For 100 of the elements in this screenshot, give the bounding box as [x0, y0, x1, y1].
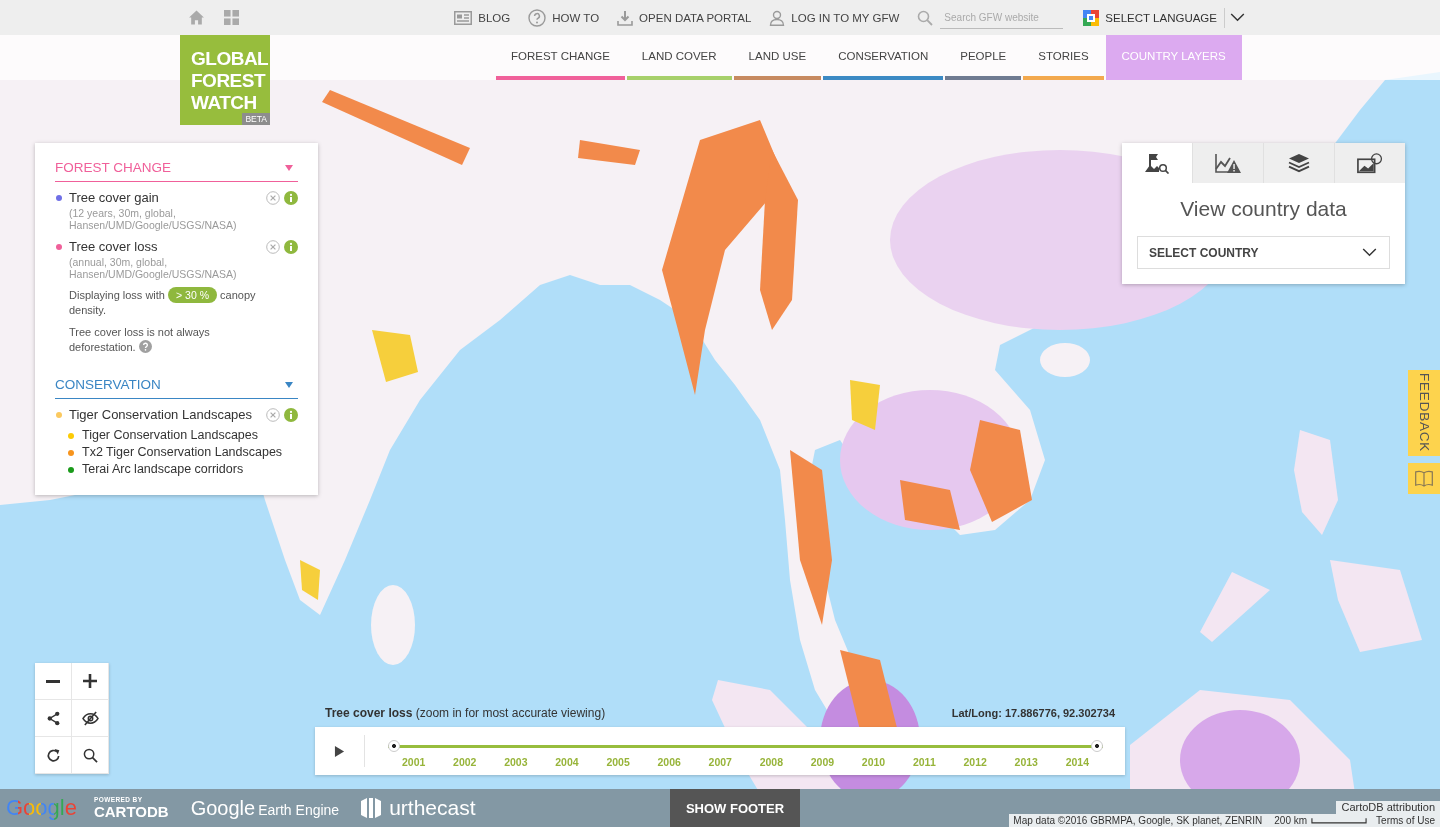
book-icon	[1414, 470, 1434, 487]
panel-tab[interactable]	[1263, 143, 1334, 183]
layer-name: Tree cover gain	[69, 189, 160, 207]
logo-tile[interactable]: GLOBAL FOREST WATCH BETA	[180, 35, 270, 125]
year-label[interactable]: 2008	[759, 756, 783, 768]
nav-tab[interactable]: CONSERVATION	[823, 35, 944, 80]
year-label[interactable]: 2013	[1014, 756, 1038, 768]
share-icon	[45, 710, 61, 726]
search-field[interactable]: Search GFW website	[940, 6, 1064, 29]
caret-icon[interactable]	[285, 164, 293, 171]
plus-icon	[83, 674, 97, 688]
nav-tab[interactable]: LAND COVER	[626, 35, 732, 80]
help-icon[interactable]	[138, 340, 152, 353]
sublayer-name: Tx2 Tiger Conservation Landscapes	[82, 444, 283, 461]
chart-warning-icon	[1214, 152, 1242, 174]
nav-tab[interactable]: PEOPLE	[945, 35, 1022, 80]
terms-link[interactable]: Terms of Use	[1371, 814, 1440, 827]
scale-label: 200 km	[1274, 814, 1308, 827]
year-label[interactable]: 2011	[912, 756, 936, 768]
partner-logo[interactable]: urthecast	[389, 796, 476, 820]
help-icon	[528, 8, 547, 27]
year-label[interactable]: 2004	[555, 756, 579, 768]
layer-details: (12 years, 30m, global, Hansen/UMD/Google/USGS/NASA)	[69, 208, 238, 231]
language-logo-icon	[1083, 9, 1100, 26]
zoom-out-button[interactable]	[35, 663, 72, 700]
island	[1200, 572, 1270, 642]
map-data-text: Map data ©2016 GBRMPA, Google, SK planet, ZENRIN	[1012, 814, 1264, 827]
slider-handle[interactable]	[1091, 740, 1103, 752]
layers-icon	[1287, 153, 1311, 173]
layer-details: (annual, 30m, global, Hansen/UMD/Google/USGS/NASA)	[69, 257, 238, 280]
slider-handle[interactable]	[388, 740, 400, 752]
caret-icon[interactable]	[285, 381, 293, 388]
year-label[interactable]: 2009	[810, 756, 835, 768]
sublayer-name: Tiger Conservation Landscapes	[82, 427, 259, 444]
tiger-landscape-patch	[300, 560, 320, 600]
nav-tab[interactable]: COUNTRY LAYERS	[1105, 35, 1242, 80]
nav-tab[interactable]: LAND USE	[733, 35, 822, 80]
top-link[interactable]: HOW TO	[528, 8, 600, 27]
coordinates-text: Lat/Long: 17.886776, 92.302734	[951, 707, 1115, 719]
panel-tab[interactable]	[1122, 143, 1192, 183]
minus-icon	[46, 679, 60, 683]
panel-tab[interactable]	[1334, 143, 1405, 183]
year-label[interactable]: 2014	[1065, 756, 1089, 768]
nav-tab[interactable]: FOREST CHANGE	[496, 35, 625, 80]
eye-slash-icon	[81, 710, 99, 726]
play-icon	[334, 744, 345, 758]
layer-name: Tree cover loss	[69, 238, 159, 256]
threshold-note: Displaying loss with > 30 % canopy density.	[69, 287, 257, 318]
tiger-landscape-patch	[372, 330, 418, 382]
section-title[interactable]: CONSERVATION	[55, 376, 161, 393]
section-title[interactable]: FOREST CHANGE	[55, 159, 171, 176]
timeline-caption: Tree cover loss (zoom in for most accurate viewing)	[325, 706, 606, 720]
show-footer-button[interactable]: SHOW FOOTER	[670, 789, 800, 827]
picture-icon	[1357, 152, 1383, 174]
sublayer-name: Terai Arc landscape corridors	[82, 461, 244, 478]
year-label[interactable]: 2005	[606, 756, 630, 768]
search-button[interactable]	[72, 737, 109, 774]
layer-name: Tiger Conservation Landscapes	[69, 406, 254, 424]
share-button[interactable]	[35, 700, 72, 737]
chevron-down-icon	[1362, 248, 1377, 257]
year-label[interactable]: 2003	[504, 756, 528, 768]
scale-bar	[1311, 817, 1368, 824]
partner-logo[interactable]: CARTODB	[93, 803, 169, 819]
chevron-down-icon[interactable]	[1230, 13, 1245, 22]
attribution-link[interactable]: CartoDB attribution	[1336, 801, 1440, 814]
caveat-note: Tree cover loss is not always deforestation.	[69, 325, 211, 355]
logo-text: GLOBAL FOREST WATCH	[191, 48, 269, 114]
hide-panels-button[interactable]	[72, 700, 109, 737]
island	[1040, 343, 1090, 377]
threshold-button[interactable]: > 30 %	[168, 287, 218, 303]
zoom-in-button[interactable]	[72, 663, 109, 700]
year-label[interactable]: 2006	[657, 756, 681, 768]
top-link[interactable]: LOG IN TO MY GFW	[769, 9, 900, 26]
beta-badge: BETA	[242, 113, 270, 125]
refresh-icon	[45, 747, 61, 763]
tiger-landscape-patch	[850, 380, 880, 430]
year-label[interactable]: 2001	[402, 756, 426, 768]
person-icon	[769, 9, 786, 26]
download-icon	[617, 9, 634, 26]
forest-loss-patch	[578, 140, 640, 165]
year-label[interactable]: 2007	[708, 756, 732, 768]
newspaper-icon	[454, 10, 473, 25]
flag-search-icon	[1144, 152, 1170, 174]
search-icon	[82, 747, 98, 763]
panel-title: View country data	[1179, 196, 1348, 222]
top-link[interactable]: OPEN DATA PORTAL	[617, 9, 752, 26]
guide-button[interactable]	[1408, 463, 1440, 494]
panel-tab[interactable]	[1192, 143, 1263, 183]
logo-caption: Earth Engine	[258, 801, 340, 818]
logo-mark-icon	[359, 796, 384, 820]
year-label[interactable]: 2002	[453, 756, 477, 768]
top-link[interactable]: BLOG	[454, 10, 511, 25]
year-label[interactable]: 2010	[861, 756, 886, 768]
country-select[interactable]: SELECT COUNTRY	[1137, 236, 1390, 269]
forest-loss-patch	[900, 480, 960, 530]
feedback-button[interactable]: FEEDBACK	[1408, 370, 1440, 456]
reset-button[interactable]	[35, 737, 72, 774]
language-button[interactable]: SELECT LANGUAGE	[1083, 9, 1217, 26]
year-label[interactable]: 2012	[963, 756, 987, 768]
partner-logo[interactable]: Google	[190, 796, 256, 820]
